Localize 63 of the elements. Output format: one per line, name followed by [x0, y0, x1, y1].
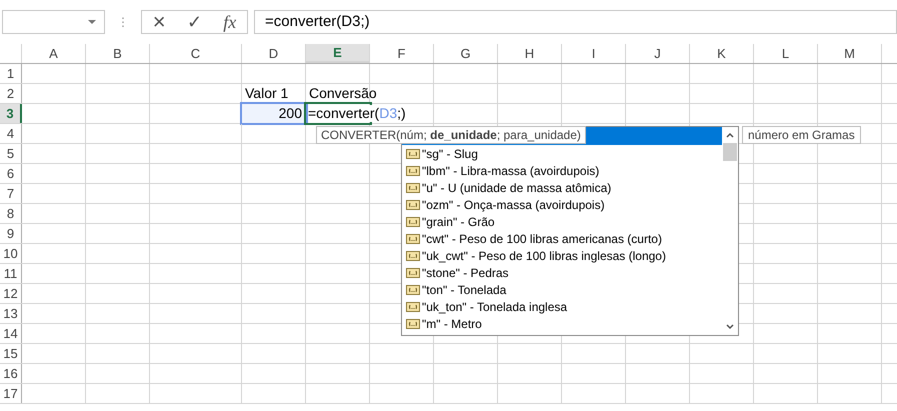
list-item[interactable]: "grain" - Grão	[402, 213, 722, 230]
column-header[interactable]: K	[690, 44, 754, 63]
constant-icon	[406, 166, 420, 176]
row-header[interactable]: 5	[0, 144, 22, 163]
scroll-thumb[interactable]	[723, 143, 737, 161]
row-header[interactable]: 3	[0, 104, 22, 123]
column-header[interactable]: B	[86, 44, 150, 63]
row-header[interactable]: 15	[0, 344, 22, 363]
column-header[interactable]: F	[370, 44, 434, 63]
constant-icon	[406, 284, 420, 294]
list-item[interactable]: "uk_cwt" - Peso de 100 libras inglesas (longo)	[402, 247, 722, 264]
table-cell: Conversão	[309, 84, 377, 103]
formula-field[interactable]: =converter(D3;)	[254, 10, 897, 34]
list-item[interactable]: "cwt" - Peso de 100 libras americanas (curto)	[402, 230, 722, 247]
constant-icon	[406, 148, 420, 158]
list-item[interactable]: "uk_ton" - Tonelada inglesa	[402, 298, 722, 315]
row-header[interactable]: 16	[0, 364, 22, 383]
row-header[interactable]: 14	[0, 324, 22, 343]
constant-icon	[406, 182, 420, 192]
table-cell: Valor 1	[245, 84, 288, 103]
dropdown-arrow-icon[interactable]	[88, 20, 96, 24]
column-header[interactable]: C	[150, 44, 242, 63]
list-item[interactable]: "sg" - Slug	[402, 145, 722, 162]
row-header[interactable]: 10	[0, 244, 22, 263]
insert-function-button[interactable]: fx	[223, 13, 236, 31]
column-header[interactable]: H	[498, 44, 562, 63]
row-header[interactable]: 1	[0, 64, 22, 83]
row-header[interactable]: 7	[0, 184, 22, 203]
formula-cell: =converter(D3;)	[308, 105, 408, 122]
row-header[interactable]: 8	[0, 204, 22, 223]
constant-icon	[406, 302, 420, 312]
constant-icon	[406, 250, 420, 260]
list-item[interactable]: "stone" - Pedras	[402, 264, 722, 281]
column-header[interactable]: J	[626, 44, 690, 63]
constant-icon	[406, 216, 420, 226]
constant-icon	[406, 200, 420, 210]
list-item[interactable]: "m" - Metro	[402, 315, 722, 332]
function-tooltip: CONVERTER(núm; de_unidade; para_unidade)	[316, 126, 586, 144]
list-item[interactable]: "u" - U (unidade de massa atômica)	[402, 179, 722, 196]
table-cell: 200	[242, 104, 306, 123]
list-item[interactable]: "ton" - Tonelada	[402, 281, 722, 298]
constant-icon	[406, 318, 420, 328]
description-tooltip: número em Gramas	[742, 126, 861, 144]
column-header[interactable]: I	[562, 44, 626, 63]
enter-button[interactable]: ✓	[186, 13, 202, 31]
list-item[interactable]: "lbm" - Libra-massa (avoirdupois)	[402, 162, 722, 179]
column-header[interactable]: E	[306, 44, 370, 63]
column-header[interactable]: M	[818, 44, 882, 63]
row-header[interactable]: 13	[0, 304, 22, 323]
constant-icon	[406, 268, 420, 278]
row-header[interactable]: 17	[0, 384, 22, 403]
constant-icon	[406, 234, 420, 244]
column-header[interactable]: G	[434, 44, 498, 63]
row-header[interactable]: 6	[0, 164, 22, 183]
row-header[interactable]: 2	[0, 84, 22, 103]
row-header[interactable]: 4	[0, 124, 22, 143]
cancel-button[interactable]: ×	[152, 11, 166, 33]
row-header[interactable]: 11	[0, 264, 22, 283]
row-header[interactable]: 12	[0, 284, 22, 303]
column-header[interactable]: L	[754, 44, 818, 63]
row-header[interactable]: 9	[0, 224, 22, 243]
list-item[interactable]: "ozm" - Onça-massa (avoirdupois)	[402, 196, 722, 213]
column-header[interactable]: A	[22, 44, 86, 63]
